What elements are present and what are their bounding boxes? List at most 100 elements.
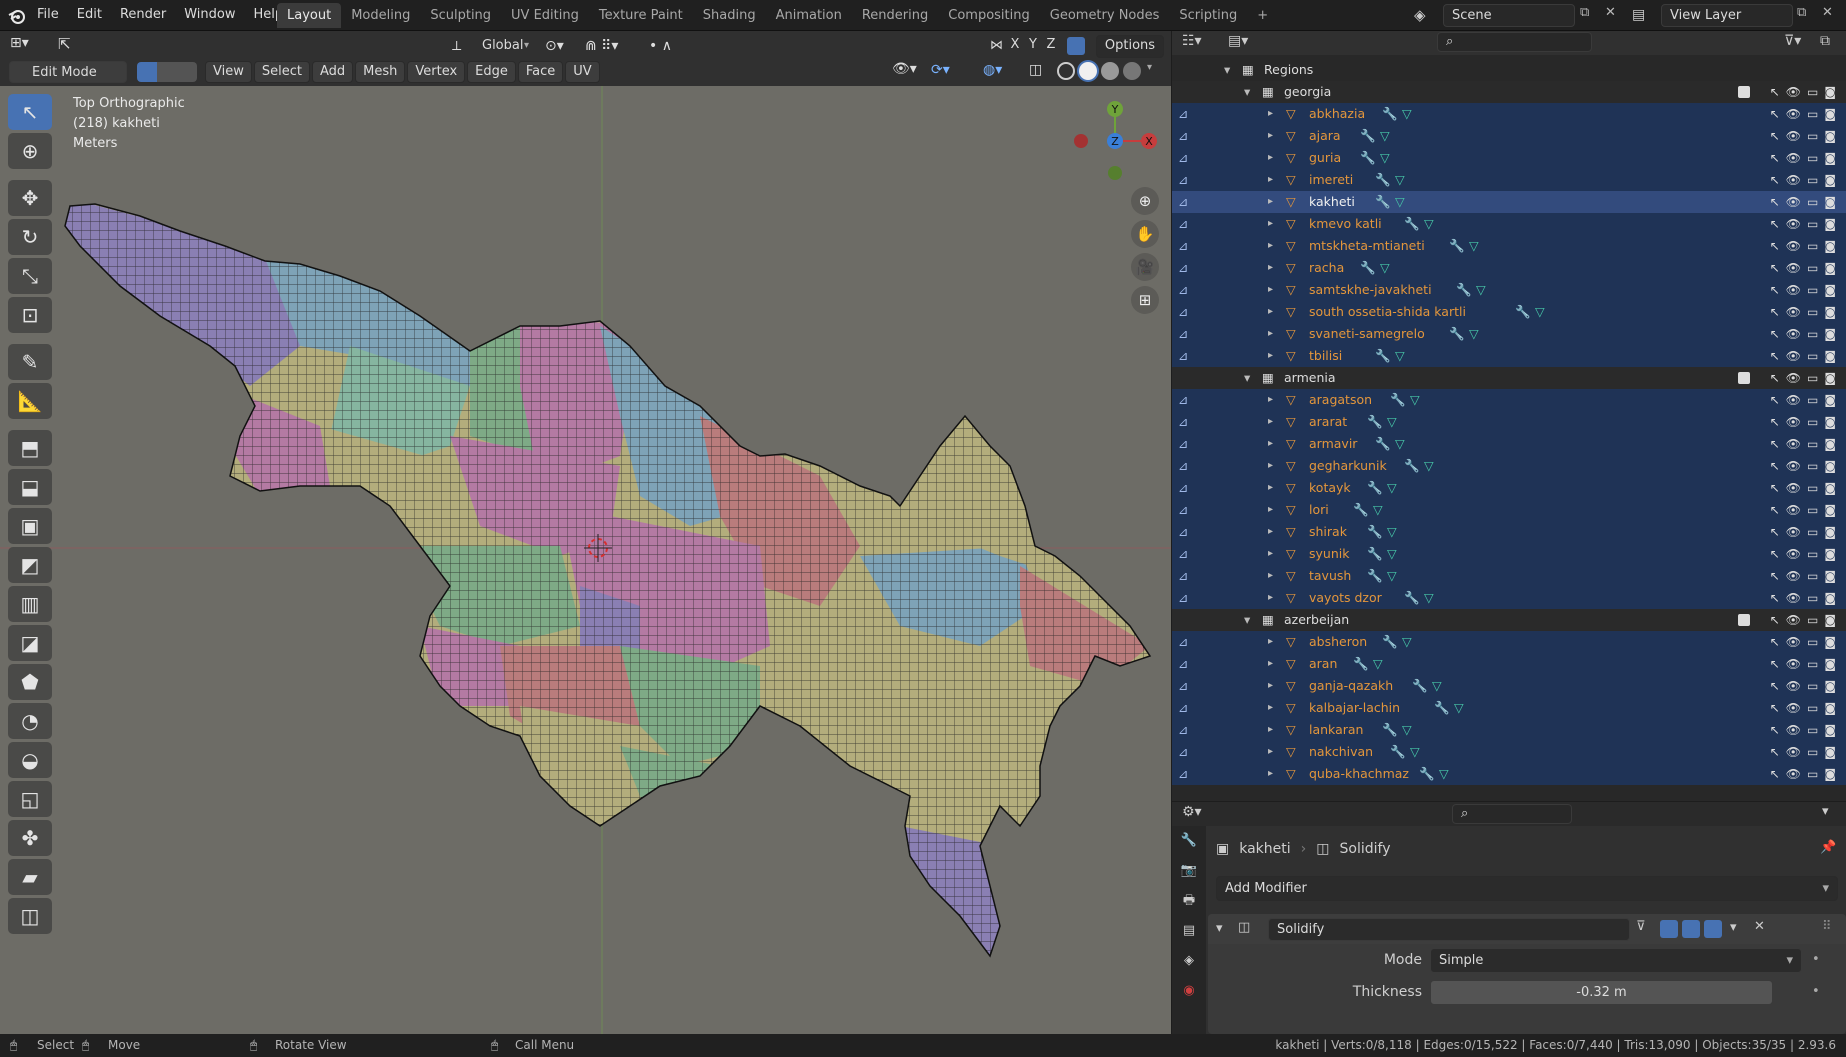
monitor-icon[interactable]: ▭ xyxy=(1807,323,1818,345)
disclosure-icon[interactable]: ▸ xyxy=(1268,301,1273,323)
edit-mode-icon[interactable]: ⊿ xyxy=(1178,301,1188,323)
eye-icon[interactable]: 👁 xyxy=(1786,169,1801,191)
move-icon[interactable]: ✥ xyxy=(8,180,52,216)
eye-icon[interactable]: 👁 xyxy=(1786,147,1801,169)
eye-icon[interactable]: 👁 xyxy=(1786,213,1801,235)
wrench-icon[interactable]: 🔧 xyxy=(1375,433,1391,455)
render-camera-icon[interactable]: ◙ xyxy=(1824,763,1836,785)
render-camera-icon[interactable]: ◙ xyxy=(1824,631,1836,653)
eye-icon[interactable]: 👁 xyxy=(1786,279,1801,301)
disclosure-icon[interactable]: ▸ xyxy=(1268,257,1273,279)
modifier-name-field[interactable]: Solidify xyxy=(1268,918,1630,941)
select-toggle-icon[interactable]: ↖ xyxy=(1770,367,1780,389)
scale-icon[interactable]: ⤡ xyxy=(8,258,52,294)
edit-mode-icon[interactable]: ⊿ xyxy=(1178,323,1188,345)
wrench-icon[interactable]: 🔧 xyxy=(1367,411,1383,433)
wrench-icon[interactable]: 🔧 xyxy=(1353,499,1369,521)
render-camera-icon[interactable]: ◙ xyxy=(1824,213,1836,235)
edit-mode-icon[interactable]: ⊿ xyxy=(1178,147,1188,169)
disclosure-icon[interactable]: ▸ xyxy=(1268,741,1273,763)
outliner-item-row[interactable]: ⊿ ▸ ▽ racha 🔧 ▽ ↖ 👁 ▭ ◙ xyxy=(1172,257,1846,279)
edit-mode-icon[interactable]: ⊿ xyxy=(1178,257,1188,279)
outliner-item-row[interactable]: ⊿ ▸ ▽ imereti 🔧 ▽ ↖ 👁 ▭ ◙ xyxy=(1172,169,1846,191)
select-toggle-icon[interactable]: ↖ xyxy=(1770,191,1780,213)
smooth-icon[interactable]: ◒ xyxy=(8,742,52,778)
disclosure-icon[interactable]: ▸ xyxy=(1268,477,1273,499)
eye-icon[interactable]: 👁 xyxy=(1786,345,1801,367)
disclosure-icon[interactable]: ▸ xyxy=(1268,521,1273,543)
edit-mode-icon[interactable]: ⊿ xyxy=(1178,697,1188,719)
mesh-data-icon[interactable]: ▽ xyxy=(1402,103,1412,125)
select-toggle-icon[interactable]: ↖ xyxy=(1770,213,1780,235)
mesh-data-icon[interactable]: ▽ xyxy=(1476,279,1486,301)
monitor-icon[interactable]: ▭ xyxy=(1807,697,1818,719)
output-tab-icon[interactable]: 🖶 xyxy=(1172,886,1206,916)
monitor-icon[interactable]: ▭ xyxy=(1807,389,1818,411)
mesh-data-icon[interactable]: ▽ xyxy=(1410,389,1420,411)
mesh-data-icon[interactable]: ▽ xyxy=(1454,697,1464,719)
monitor-icon[interactable]: ▭ xyxy=(1807,675,1818,697)
tab-sculpting[interactable]: Sculpting xyxy=(420,3,501,28)
render-camera-icon[interactable]: ◙ xyxy=(1824,565,1836,587)
eye-icon[interactable]: 👁 xyxy=(1786,565,1801,587)
outliner-search[interactable]: ⌕ xyxy=(1437,32,1592,52)
outliner-item-row[interactable]: ⊿ ▸ ▽ shirak 🔧 ▽ ↖ 👁 ▭ ◙ xyxy=(1172,521,1846,543)
disclosure-icon[interactable]: ▸ xyxy=(1268,235,1273,257)
outliner-item-row[interactable]: ⊿ ▸ ▽ kalbajar-lachin 🔧 ▽ ↖ 👁 ▭ ◙ xyxy=(1172,697,1846,719)
render-camera-icon[interactable]: ◙ xyxy=(1824,279,1836,301)
select-toggle-icon[interactable]: ↖ xyxy=(1770,323,1780,345)
eye-icon[interactable]: 👁 xyxy=(1786,411,1801,433)
render-camera-icon[interactable]: ◙ xyxy=(1824,433,1836,455)
solid-shading-icon[interactable] xyxy=(1079,62,1097,80)
add-cube-icon[interactable]: ⬒ xyxy=(8,430,52,466)
wrench-icon[interactable]: 🔧 xyxy=(1390,389,1406,411)
menu-uv[interactable]: UV xyxy=(565,61,600,83)
disclosure-icon[interactable]: ▾ xyxy=(1244,367,1250,389)
disclosure-icon[interactable]: ▸ xyxy=(1268,279,1273,301)
edit-mode-icon[interactable]: ⊿ xyxy=(1178,565,1188,587)
edit-mode-icon[interactable]: ⊿ xyxy=(1178,191,1188,213)
loop-cut-icon[interactable]: ▥ xyxy=(8,586,52,622)
edit-mode-icon[interactable]: ⊿ xyxy=(1178,587,1188,609)
monitor-icon[interactable]: ▭ xyxy=(1807,81,1818,103)
display-mode-icon[interactable]: ▤▾ xyxy=(1228,33,1248,49)
select-toggle-icon[interactable]: ↖ xyxy=(1770,719,1780,741)
wrench-icon[interactable]: 🔧 xyxy=(1449,235,1465,257)
disclosure-icon[interactable]: ▸ xyxy=(1268,499,1273,521)
outliner-item-row[interactable]: ⊿ ▸ ▽ kotayk 🔧 ▽ ↖ 👁 ▭ ◙ xyxy=(1172,477,1846,499)
wrench-icon[interactable]: 🔧 xyxy=(1360,147,1376,169)
gizmo-neg-x-icon[interactable] xyxy=(1074,134,1088,148)
render-camera-icon[interactable]: ◙ xyxy=(1824,741,1836,763)
select-toggle-icon[interactable]: ↖ xyxy=(1770,279,1780,301)
new-view-layer-icon[interactable]: ⧉ xyxy=(1797,5,1817,25)
select-toggle-icon[interactable]: ↖ xyxy=(1770,103,1780,125)
render-camera-icon[interactable]: ◙ xyxy=(1824,521,1836,543)
wireframe-shading-icon[interactable] xyxy=(1057,62,1075,80)
outliner-item-row[interactable]: ⊿ ▸ ▽ south ossetia-shida kartli 🔧 ▽ ↖ 👁 ▭ ◙ xyxy=(1172,301,1846,323)
wrench-icon[interactable]: 🔧 xyxy=(1412,675,1428,697)
checkbox-icon[interactable] xyxy=(1738,86,1750,98)
select-toggle-icon[interactable]: ↖ xyxy=(1770,675,1780,697)
cage-toggle-icon[interactable] xyxy=(1660,920,1678,938)
mesh-data-icon[interactable]: ▽ xyxy=(1387,565,1397,587)
monitor-icon[interactable]: ▭ xyxy=(1807,499,1818,521)
disclosure-icon[interactable]: ▸ xyxy=(1268,455,1273,477)
outliner-item-row[interactable]: ⊿ ▸ ▽ lankaran 🔧 ▽ ↖ 👁 ▭ ◙ xyxy=(1172,719,1846,741)
transform-icon[interactable]: ⇱ xyxy=(58,35,82,57)
monitor-icon[interactable]: ▭ xyxy=(1807,191,1818,213)
mode-dropdown[interactable]: Edit Mode xyxy=(9,61,127,83)
mesh-data-icon[interactable]: ▽ xyxy=(1469,235,1479,257)
render-camera-icon[interactable]: ◙ xyxy=(1824,323,1836,345)
outliner-item-row[interactable]: ⊿ ▸ ▽ kmevo katli 🔧 ▽ ↖ 👁 ▭ ◙ xyxy=(1172,213,1846,235)
monitor-icon[interactable]: ▭ xyxy=(1807,455,1818,477)
menu-face[interactable]: Face xyxy=(517,61,564,83)
overlay-toggle-icon[interactable]: ◍▾ xyxy=(983,62,1023,82)
measure-icon[interactable]: 📐 xyxy=(8,383,52,419)
hand-icon[interactable]: ✋ xyxy=(1131,220,1159,248)
wrench-icon[interactable]: 🔧 xyxy=(1382,631,1398,653)
new-collection-icon[interactable]: ⧉ xyxy=(1820,33,1830,49)
collection-row[interactable]: ▾ ▦ georgia ↖ 👁 ▭ ◙ xyxy=(1172,81,1846,103)
wrench-icon[interactable]: 🔧 xyxy=(1419,763,1435,785)
disclosure-icon[interactable]: ▾ xyxy=(1224,59,1230,81)
outliner-item-row[interactable]: ⊿ ▸ ▽ absheron 🔧 ▽ ↖ 👁 ▭ ◙ xyxy=(1172,631,1846,653)
